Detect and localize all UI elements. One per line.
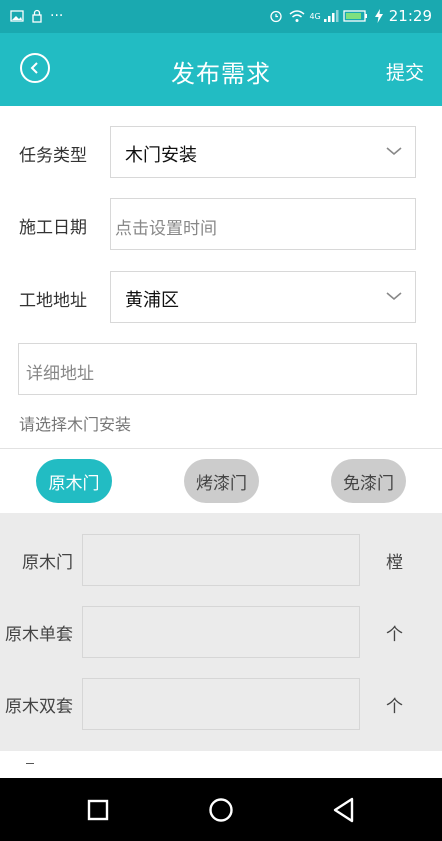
status-left: ··· xyxy=(10,8,63,24)
quantity-input[interactable] xyxy=(82,678,360,730)
app-bar: 发布需求 提交 xyxy=(0,33,442,106)
alarm-icon xyxy=(269,9,283,23)
site-address-row: 工地地址 黄浦区 xyxy=(0,271,442,325)
quantity-unit: 个 xyxy=(386,625,403,645)
construction-date-label: 施工日期 xyxy=(19,218,87,238)
detail-address-placeholder: 详细地址 xyxy=(26,364,94,384)
task-type-value: 木门安装 xyxy=(125,145,197,166)
battery-icon xyxy=(343,9,369,23)
door-type-chip-paint-free[interactable]: 免漆门 xyxy=(331,459,406,503)
detail-address-input[interactable]: 详细地址 xyxy=(18,343,417,395)
wifi-icon xyxy=(289,9,305,23)
task-type-row: 任务类型 木门安装 xyxy=(0,126,442,180)
chevron-down-icon xyxy=(386,147,402,156)
lock-icon xyxy=(30,9,44,23)
door-type-selector: 原木门 烤漆门 免漆门 xyxy=(0,449,442,513)
quantity-row: 原木门 樘 xyxy=(0,534,442,586)
recent-apps-button[interactable] xyxy=(84,796,112,824)
status-time: 21:29 xyxy=(388,7,432,25)
notification-dots: ··· xyxy=(50,8,64,24)
system-nav-bar xyxy=(0,778,442,841)
quantity-unit: 个 xyxy=(386,697,403,717)
submit-button[interactable]: 提交 xyxy=(386,58,424,85)
task-type-label: 任务类型 xyxy=(19,146,87,166)
charging-icon xyxy=(374,9,383,23)
home-button[interactable] xyxy=(207,796,235,824)
status-bar: ··· 4G 21:29 xyxy=(0,0,442,33)
door-type-chip-solid-wood[interactable]: 原木门 xyxy=(36,459,112,503)
status-right: 4G 21:29 xyxy=(269,7,432,25)
construction-date-field[interactable]: 点击设置时间 xyxy=(110,198,416,250)
partial-content-mark xyxy=(26,763,34,764)
gallery-icon xyxy=(10,9,24,23)
back-nav-button[interactable] xyxy=(330,796,358,824)
construction-date-row: 施工日期 点击设置时间 xyxy=(0,198,442,252)
page-title: 发布需求 xyxy=(171,60,271,88)
quantity-label: 原木双套 xyxy=(5,697,73,717)
task-type-select[interactable]: 木门安装 xyxy=(110,126,416,178)
triangle-back-icon xyxy=(333,797,354,823)
quantity-panel: 原木门 樘 原木单套 个 原木双套 个 xyxy=(0,513,442,751)
site-address-value: 黄浦区 xyxy=(125,290,179,311)
content-continuation xyxy=(0,751,442,778)
chevron-down-icon xyxy=(386,292,402,301)
site-address-select[interactable]: 黄浦区 xyxy=(110,271,416,323)
circle-home-icon xyxy=(209,798,233,822)
quantity-unit: 樘 xyxy=(386,553,403,573)
network-type-label: 4G xyxy=(309,11,321,21)
signal-icon xyxy=(323,9,339,23)
site-address-label: 工地地址 xyxy=(19,291,87,311)
quantity-input[interactable] xyxy=(82,606,360,658)
door-type-hint: 请选择木门安装 xyxy=(19,415,132,434)
construction-date-placeholder: 点击设置时间 xyxy=(115,219,217,239)
square-recent-icon xyxy=(87,799,109,821)
quantity-input[interactable] xyxy=(82,534,360,586)
quantity-row: 原木单套 个 xyxy=(0,606,442,658)
door-type-chip-lacquer[interactable]: 烤漆门 xyxy=(184,459,259,503)
quantity-label: 原木单套 xyxy=(5,625,73,645)
quantity-label: 原木门 xyxy=(22,553,73,573)
quantity-row: 原木双套 个 xyxy=(0,678,442,730)
